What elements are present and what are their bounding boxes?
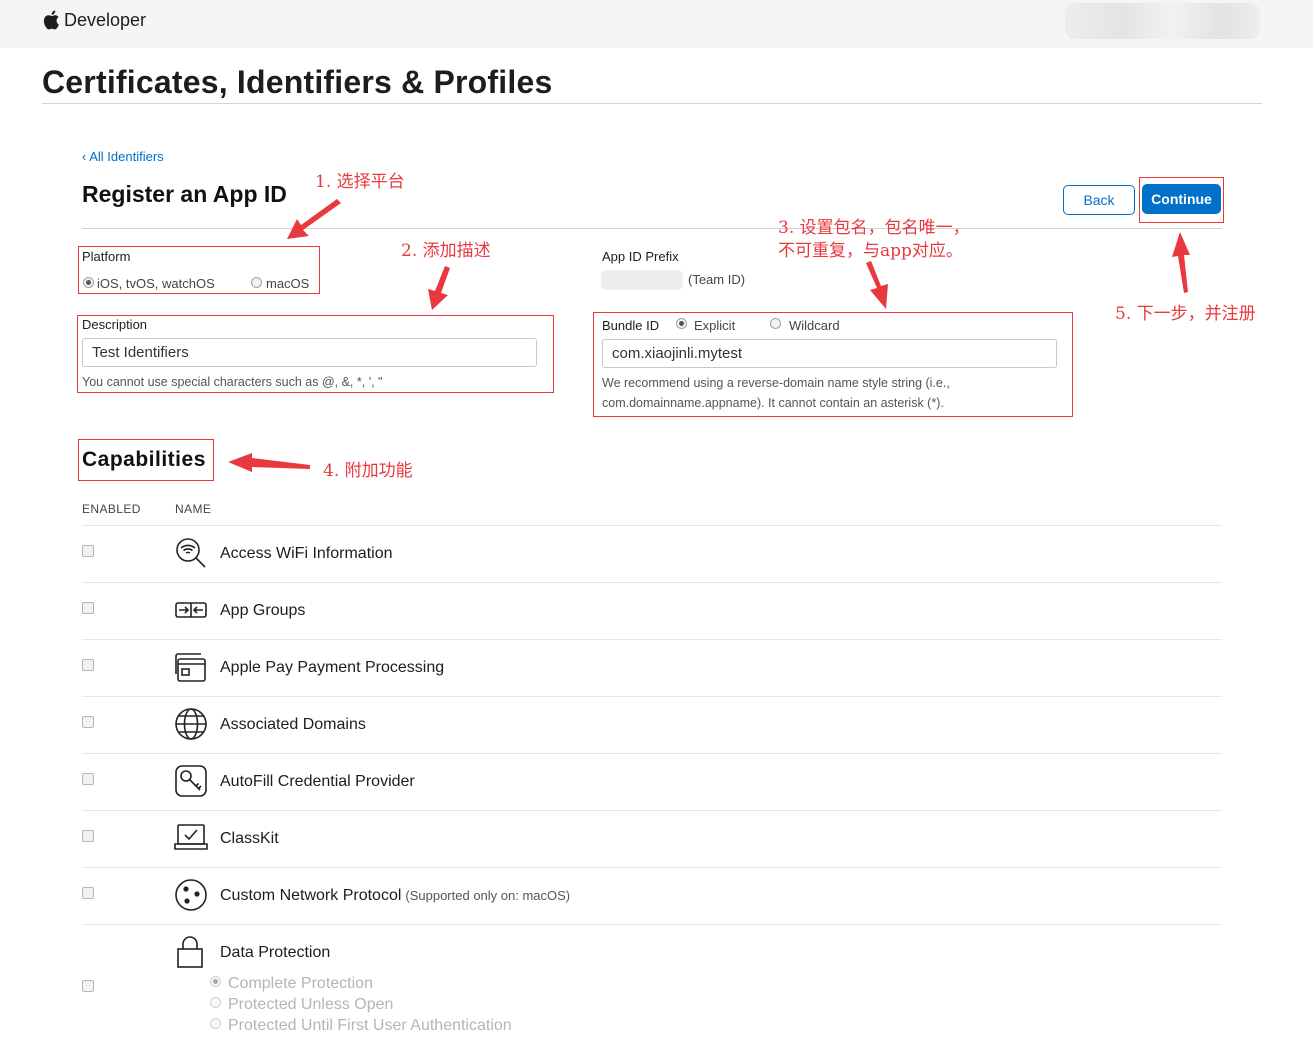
enabled-column-header: ENABLED <box>82 502 141 516</box>
arrow-step-2 <box>428 266 450 310</box>
capability-name: ClassKit <box>220 830 279 847</box>
annotation-step-4: 4. 附加功能 <box>323 461 413 481</box>
capability-name: Access WiFi Information <box>220 545 393 562</box>
capability-name: Data Protection <box>220 944 331 961</box>
capability-checkbox[interactable] <box>82 980 94 992</box>
annotation-step-5: 5. 下一步，并注册 <box>1115 304 1256 324</box>
description-highlight-box <box>77 315 554 393</box>
capability-checkbox[interactable] <box>82 773 94 785</box>
capability-row: Apple Pay Payment Processing <box>82 639 1222 696</box>
capability-name-text: Custom Network Protocol <box>220 887 402 904</box>
app-groups-icon <box>175 602 207 618</box>
annotation-step-2: 2. 添加描述 <box>401 241 491 261</box>
capability-name: Custom Network Protocol (Supported only o… <box>220 887 570 905</box>
brand-label: Developer <box>64 9 147 30</box>
team-id-value <box>601 270 683 290</box>
classkit-icon <box>174 824 208 850</box>
capability-checkbox[interactable] <box>82 545 94 557</box>
capability-checkbox[interactable] <box>82 830 94 842</box>
app-id-prefix-label: App ID Prefix <box>602 249 679 264</box>
capability-row: Data Protection Complete Protection Prot… <box>82 924 1222 1048</box>
globe-icon <box>175 708 207 740</box>
capability-name: Associated Domains <box>220 716 366 733</box>
capability-checkbox[interactable] <box>82 887 94 899</box>
apple-logo-icon <box>43 10 59 30</box>
page-title: Certificates, Identifiers & Profiles <box>42 64 553 100</box>
capability-row: ClassKit <box>82 810 1222 867</box>
bundle-id-highlight-box <box>593 312 1073 417</box>
capability-name: App Groups <box>220 602 306 619</box>
continue-highlight-box <box>1139 177 1224 223</box>
capability-checkbox[interactable] <box>82 716 94 728</box>
key-icon <box>175 765 207 797</box>
complete-protection-label[interactable]: Complete Protection <box>228 975 373 993</box>
capability-row: Associated Domains <box>82 696 1222 753</box>
capability-checkbox[interactable] <box>82 602 94 614</box>
capability-row: AutoFill Credential Provider <box>82 753 1222 810</box>
protected-unless-open-radio[interactable] <box>210 997 221 1008</box>
wifi-search-icon <box>176 538 206 568</box>
developer-logo[interactable]: Developer <box>42 9 146 31</box>
account-menu[interactable] <box>1065 3 1260 39</box>
capability-row: App Groups <box>82 582 1222 639</box>
arrow-step-1 <box>287 199 341 239</box>
section-divider <box>82 228 1222 229</box>
title-divider <box>42 103 1262 104</box>
complete-protection-radio[interactable] <box>210 976 221 987</box>
capability-platform-note: (Supported only on: macOS) <box>405 888 571 903</box>
annotation-step-3-line1: 3. 设置包名，包名唯一， <box>778 218 970 238</box>
arrow-step-3 <box>866 261 888 309</box>
protected-unless-open-label[interactable]: Protected Unless Open <box>228 996 393 1014</box>
protected-until-auth-radio[interactable] <box>210 1018 221 1029</box>
all-identifiers-link[interactable]: ‹ All Identifiers <box>82 149 164 164</box>
annotation-step-3-line2: 不可重复，与app对应。 <box>778 241 963 261</box>
name-column-header: NAME <box>175 502 212 516</box>
section-title: Register an App ID <box>82 181 287 207</box>
capability-name: AutoFill Credential Provider <box>220 773 415 790</box>
protected-until-auth-label[interactable]: Protected Until First User Authenticatio… <box>228 1017 512 1035</box>
capability-row: Custom Network Protocol (Supported only o… <box>82 867 1222 924</box>
annotation-step-1: 1. 选择平台 <box>315 172 405 192</box>
arrow-step-4 <box>228 453 310 472</box>
top-navigation-bar: Developer <box>0 0 1313 48</box>
capability-row: Access WiFi Information <box>82 525 1222 582</box>
capabilities-highlight-box <box>78 439 214 481</box>
back-button[interactable]: Back <box>1063 185 1135 215</box>
platform-highlight-box <box>78 246 320 294</box>
lock-icon <box>177 936 203 968</box>
apple-pay-icon <box>175 653 206 682</box>
network-protocol-icon <box>175 879 207 911</box>
capability-checkbox[interactable] <box>82 659 94 671</box>
team-id-suffix: (Team ID) <box>688 272 746 287</box>
capability-name: Apple Pay Payment Processing <box>220 659 445 676</box>
arrow-step-5 <box>1172 232 1190 293</box>
